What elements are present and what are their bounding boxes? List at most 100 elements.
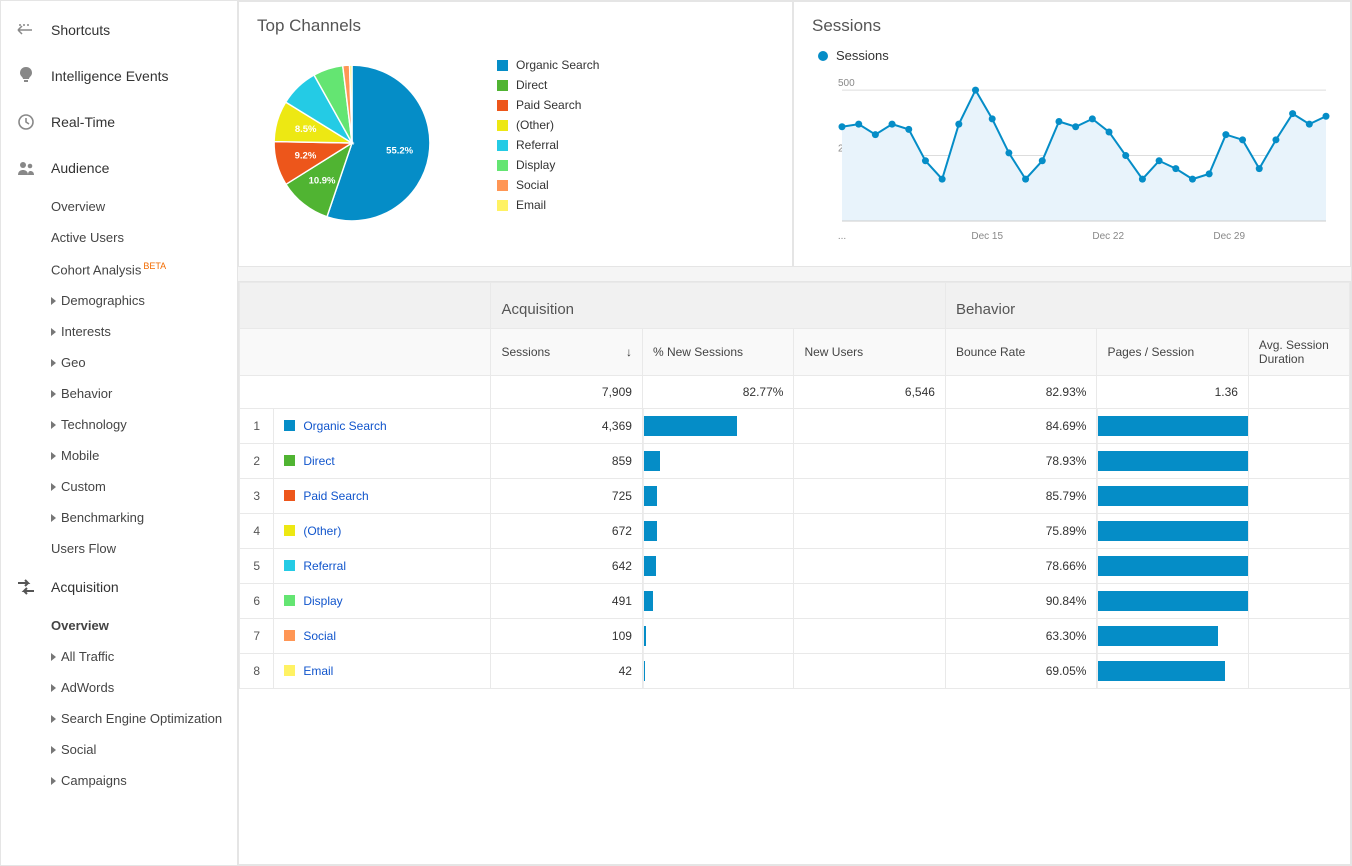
- legend-item: Paid Search: [497, 98, 599, 112]
- row-bounce: 85.79%: [945, 479, 1096, 514]
- sidebar-item-all-traffic[interactable]: All Traffic: [51, 641, 237, 672]
- sidebar-realtime-label: Real-Time: [51, 114, 115, 130]
- channel-swatch: [284, 420, 295, 431]
- top-channels-panel: Top Channels 55.2%10.9%9.2%8.5% Organic …: [238, 1, 793, 267]
- totals-row: 7,90982.77%6,54682.93%1.36: [240, 376, 1350, 409]
- sidebar-acquisition[interactable]: Acquisition: [1, 564, 237, 610]
- sidebar-item-technology[interactable]: Technology: [51, 409, 237, 440]
- table-row: 7Social10963.30%: [240, 619, 1350, 654]
- channel-swatch: [284, 560, 295, 571]
- total-new-users: 6,546: [794, 376, 946, 409]
- sidebar-item-interests[interactable]: Interests: [51, 316, 237, 347]
- legend-swatch: [497, 160, 508, 171]
- sidebar-intel[interactable]: Intelligence Events: [1, 53, 237, 99]
- legend-swatch: [497, 140, 508, 151]
- channel-swatch: [284, 455, 295, 466]
- sidebar-item-users-flow[interactable]: Users Flow: [51, 533, 237, 564]
- row-channel[interactable]: Email: [274, 654, 491, 689]
- channel-swatch: [284, 665, 295, 676]
- row-channel[interactable]: Direct: [274, 444, 491, 479]
- svg-text:55.2%: 55.2%: [386, 146, 413, 157]
- row-pps-bar: [1097, 409, 1248, 444]
- sidebar-shortcuts[interactable]: Shortcuts: [1, 7, 237, 53]
- row-sessions: 672: [491, 514, 642, 549]
- row-channel[interactable]: Referral: [274, 549, 491, 584]
- caret-icon: [51, 653, 56, 661]
- row-new-sessions-bar: [642, 479, 793, 514]
- sidebar-item-campaigns[interactable]: Campaigns: [51, 765, 237, 796]
- row-new-sessions-bar: [642, 514, 793, 549]
- caret-icon: [51, 328, 56, 336]
- sidebar-item-cohort-analysis[interactable]: Cohort AnalysisBETA: [51, 253, 237, 285]
- sessions-legend-label: Sessions: [836, 48, 889, 63]
- sidebar-item-active-users[interactable]: Active Users: [51, 222, 237, 253]
- table-row: 8Email4269.05%: [240, 654, 1350, 689]
- row-sessions: 491: [491, 584, 642, 619]
- sidebar-intel-label: Intelligence Events: [51, 68, 169, 84]
- legend-swatch: [497, 180, 508, 191]
- sidebar-item-search-engine-optimization[interactable]: Search Engine Optimization: [51, 703, 237, 734]
- row-sessions: 725: [491, 479, 642, 514]
- row-pps-bar: [1097, 514, 1248, 549]
- svg-text:Dec 22: Dec 22: [1092, 231, 1124, 242]
- row-sessions: 4,369: [491, 409, 642, 444]
- sessions-title: Sessions: [812, 16, 1332, 36]
- row-channel[interactable]: Display: [274, 584, 491, 619]
- channel-swatch: [284, 595, 295, 606]
- sidebar-audience-label: Audience: [51, 160, 109, 176]
- row-pps-bar: [1097, 549, 1248, 584]
- legend-item: Referral: [497, 138, 599, 152]
- sidebar-acquisition-label: Acquisition: [51, 579, 119, 595]
- col-new-sessions[interactable]: % New Sessions: [642, 329, 793, 376]
- row-rank: 2: [240, 444, 274, 479]
- col-avg-duration[interactable]: Avg. Session Duration: [1248, 329, 1349, 376]
- row-bounce: 84.69%: [945, 409, 1096, 444]
- sidebar-item-benchmarking[interactable]: Benchmarking: [51, 502, 237, 533]
- row-channel[interactable]: Paid Search: [274, 479, 491, 514]
- caret-icon: [51, 359, 56, 367]
- row-rank: 7: [240, 619, 274, 654]
- table-row: 2Direct85978.93%: [240, 444, 1350, 479]
- col-sessions[interactable]: Sessions: [491, 329, 642, 376]
- sidebar-item-custom[interactable]: Custom: [51, 471, 237, 502]
- main-content: Top Channels 55.2%10.9%9.2%8.5% Organic …: [238, 1, 1351, 865]
- sidebar-item-mobile[interactable]: Mobile: [51, 440, 237, 471]
- sidebar-item-overview[interactable]: Overview: [51, 191, 237, 222]
- sidebar-item-geo[interactable]: Geo: [51, 347, 237, 378]
- row-pps-bar: [1097, 444, 1248, 479]
- row-channel[interactable]: (Other): [274, 514, 491, 549]
- pie-chart: 55.2%10.9%9.2%8.5%: [257, 48, 447, 238]
- total-sessions: 7,909: [491, 376, 642, 409]
- acquisition-icon: [15, 576, 37, 598]
- sidebar-item-demographics[interactable]: Demographics: [51, 285, 237, 316]
- row-channel[interactable]: Organic Search: [274, 409, 491, 444]
- col-pps[interactable]: Pages / Session: [1097, 329, 1248, 376]
- sidebar-item-social[interactable]: Social: [51, 734, 237, 765]
- row-channel[interactable]: Social: [274, 619, 491, 654]
- legend-item: Social: [497, 178, 599, 192]
- row-new-sessions-bar: [642, 409, 793, 444]
- sidebar-item-behavior[interactable]: Behavior: [51, 378, 237, 409]
- row-sessions: 859: [491, 444, 642, 479]
- col-bounce[interactable]: Bounce Rate: [945, 329, 1096, 376]
- sidebar-audience[interactable]: Audience: [1, 145, 237, 191]
- legend-item: Direct: [497, 78, 599, 92]
- legend-swatch: [497, 100, 508, 111]
- clock-icon: [15, 111, 37, 133]
- group-acquisition: Acquisition: [491, 283, 945, 329]
- sidebar-item-adwords[interactable]: AdWords: [51, 672, 237, 703]
- table-row: 5Referral64278.66%: [240, 549, 1350, 584]
- svg-text:10.9%: 10.9%: [309, 176, 336, 187]
- sidebar-item-overview[interactable]: Overview: [51, 610, 237, 641]
- beta-badge: BETA: [143, 261, 166, 271]
- sessions-panel: Sessions Sessions 250500...Dec 15Dec 22D…: [793, 1, 1351, 267]
- sidebar-realtime[interactable]: Real-Time: [1, 99, 237, 145]
- channels-table-wrap: Acquisition Behavior Sessions % New Sess…: [238, 281, 1351, 865]
- svg-text:...: ...: [838, 231, 846, 242]
- legend-swatch: [497, 60, 508, 71]
- row-bounce: 75.89%: [945, 514, 1096, 549]
- caret-icon: [51, 483, 56, 491]
- row-new-sessions-bar: [642, 584, 793, 619]
- col-new-users[interactable]: New Users: [794, 329, 946, 376]
- row-rank: 3: [240, 479, 274, 514]
